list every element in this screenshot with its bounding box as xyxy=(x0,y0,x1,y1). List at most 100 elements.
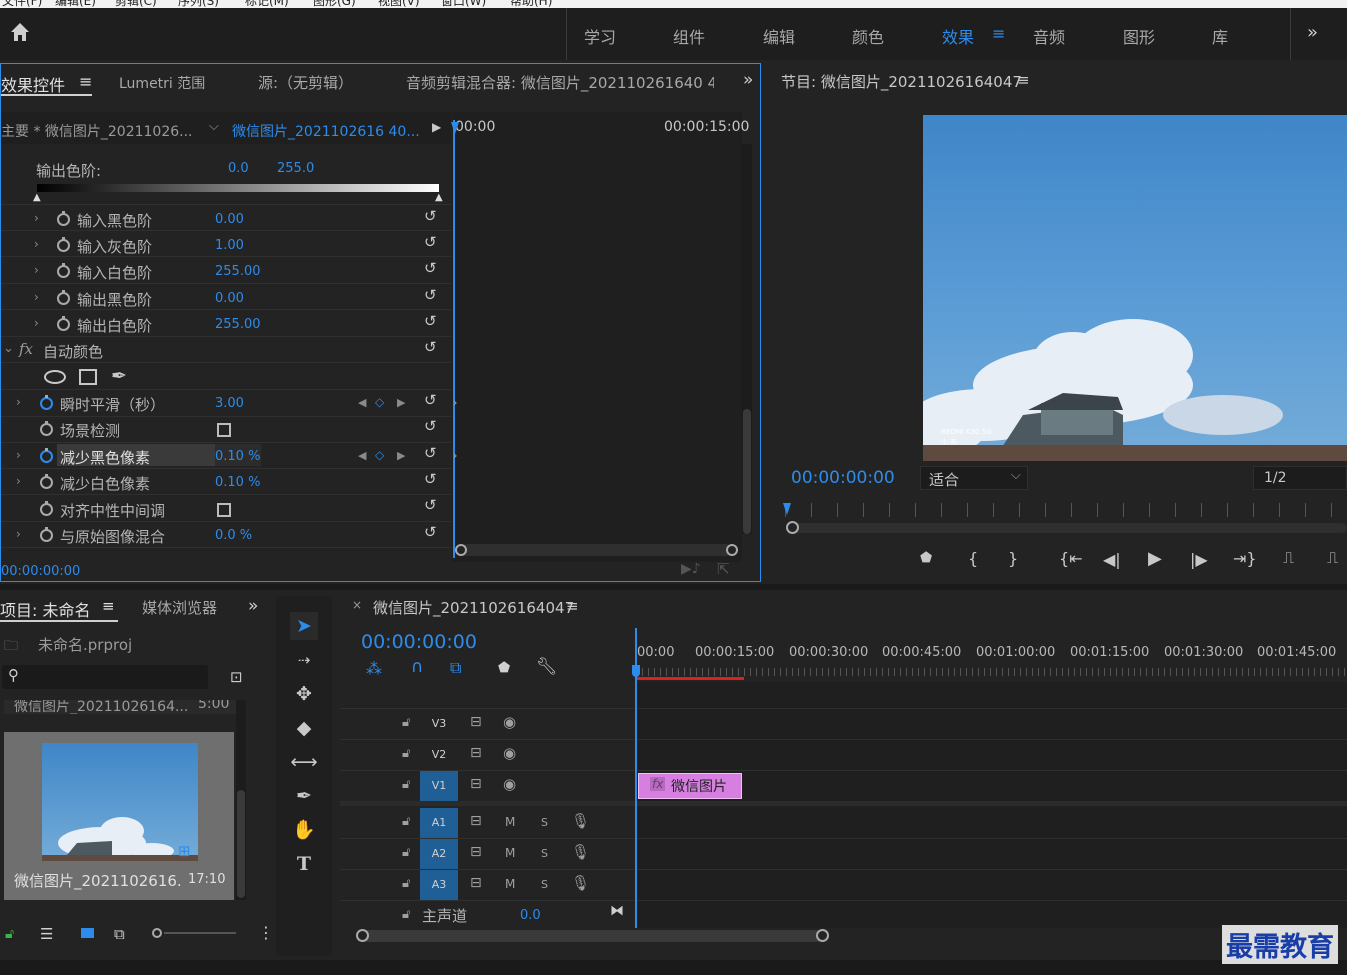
black-clip-value[interactable]: 0.10 % xyxy=(215,449,260,464)
program-playhead[interactable] xyxy=(783,503,791,515)
sequence-menu-icon[interactable]: ≡ xyxy=(566,597,579,615)
prev-keyframe-icon[interactable]: ◀ xyxy=(358,396,366,409)
reset-icon[interactable]: ↺ xyxy=(424,417,437,435)
prev-keyframe-icon[interactable]: ◀ xyxy=(358,449,366,462)
sync-lock-icon[interactable]: ⊟ xyxy=(470,844,482,860)
output-black-slider[interactable]: ▲ xyxy=(33,192,41,203)
pen-mask-icon[interactable]: ✒ xyxy=(111,365,127,387)
track-select-tool-icon[interactable]: ⇢ xyxy=(290,646,318,674)
stopwatch-icon[interactable] xyxy=(57,290,70,305)
stopwatch-icon[interactable] xyxy=(40,527,53,542)
stopwatch-icon[interactable] xyxy=(40,501,53,516)
effect-timecode[interactable]: 00:00:00:00 xyxy=(1,564,80,579)
go-to-end-icon[interactable]: ⧓ xyxy=(610,903,624,919)
snap-neutral-checkbox[interactable] xyxy=(217,503,231,517)
ripple-edit-tool-icon[interactable]: ✥ xyxy=(290,680,318,708)
reset-icon[interactable]: ↺ xyxy=(424,338,437,356)
project-scroll-thumb[interactable] xyxy=(237,790,245,898)
keyframe-marker-icon[interactable]: › xyxy=(453,449,457,462)
add-keyframe-icon[interactable]: ◇ xyxy=(375,395,384,409)
zoom-slider-handle[interactable] xyxy=(152,928,162,938)
workspace-color[interactable]: 颜色 xyxy=(852,24,884,48)
temporal-smoothing-value[interactable]: 3.00 xyxy=(215,396,244,411)
menu-graphics[interactable]: 图形(G) xyxy=(313,0,356,8)
mute-button[interactable]: M xyxy=(505,815,515,829)
workspace-menu-icon[interactable]: ≡ xyxy=(992,24,1005,43)
workspace-graphics[interactable]: 图形 xyxy=(1123,24,1155,48)
mark-in-icon[interactable]: { xyxy=(968,549,978,568)
expand-chevron-icon[interactable]: › xyxy=(34,290,39,304)
vertical-scroll-thumb[interactable] xyxy=(743,409,751,534)
scene-detect-checkbox[interactable] xyxy=(217,423,231,437)
sequence-tab[interactable]: 微信图片_20211026164047 xyxy=(373,597,574,618)
reset-icon[interactable]: ↺ xyxy=(424,496,437,514)
menu-sequence[interactable]: 序列(S) xyxy=(178,0,219,8)
slip-tool-icon[interactable]: ⟷ xyxy=(290,748,318,776)
lift-icon[interactable]: ⎍ xyxy=(1283,548,1294,568)
reset-icon[interactable]: ↺ xyxy=(424,259,437,277)
solo-button[interactable]: S xyxy=(541,878,548,891)
tab-project[interactable]: 项目: 未命名 xyxy=(0,597,90,621)
expand-chevron-icon[interactable]: › xyxy=(16,395,21,409)
lock-icon[interactable]: 🔓︎ xyxy=(402,907,410,922)
zoom-slider-track[interactable] xyxy=(164,932,236,934)
reset-icon[interactable]: ↺ xyxy=(424,207,437,225)
track-label-v1[interactable]: V1 xyxy=(420,771,458,801)
menu-view[interactable]: 视图(V) xyxy=(378,0,420,8)
workspace-editing[interactable]: 编辑 xyxy=(763,24,795,48)
master-clip-label[interactable]: 主要 * 微信图片_20211026... xyxy=(1,121,193,141)
audio-play-icon[interactable]: ▶♪ xyxy=(681,561,701,577)
tab-effect-controls[interactable]: 效果控件 xyxy=(1,72,65,96)
keyframe-marker-icon[interactable]: › xyxy=(453,396,457,409)
pen-tool-icon[interactable]: ✒ xyxy=(290,782,318,810)
sync-lock-icon[interactable]: ⊟ xyxy=(470,813,482,829)
track-label-v2[interactable]: V2 xyxy=(420,740,458,770)
expand-chevron-icon[interactable]: › xyxy=(16,474,21,488)
linked-selection-icon[interactable]: ⧉ xyxy=(450,658,461,678)
snap-icon[interactable]: ∩ xyxy=(411,657,423,677)
stopwatch-icon[interactable] xyxy=(57,211,70,226)
next-keyframe-icon[interactable]: ▶ xyxy=(397,449,405,462)
expand-chevron-icon[interactable]: › xyxy=(34,263,39,277)
microphone-icon[interactable]: 🎙︎ xyxy=(571,843,590,861)
sync-lock-icon[interactable]: ⊟ xyxy=(470,714,482,730)
playhead-marker[interactable] xyxy=(451,122,459,134)
program-menu-icon[interactable]: ≡ xyxy=(1017,71,1030,89)
solo-button[interactable]: S xyxy=(541,847,548,860)
expand-chevron-icon[interactable]: › xyxy=(16,527,21,541)
new-bin-icon[interactable]: ⊡ xyxy=(230,668,243,686)
scroll-handle-left[interactable] xyxy=(455,544,467,556)
workspace-learn[interactable]: 学习 xyxy=(584,24,616,48)
stopwatch-active-icon[interactable] xyxy=(40,395,53,410)
add-keyframe-icon[interactable]: ◇ xyxy=(375,448,384,462)
fx-icon[interactable]: fx xyxy=(19,340,33,358)
fit-dropdown[interactable]: 适合 ⌵ xyxy=(920,466,1028,490)
home-icon[interactable] xyxy=(8,20,32,44)
more-options-icon[interactable]: ⋮ xyxy=(258,923,274,942)
lock-icon[interactable]: 🔓︎ xyxy=(402,777,410,792)
zoom-handle[interactable] xyxy=(786,521,799,534)
tab-source[interactable]: 源:（无剪辑） xyxy=(258,72,353,93)
list-view-icon[interactable]: ☰ xyxy=(40,925,53,943)
reset-icon[interactable]: ↺ xyxy=(424,233,437,251)
eye-icon[interactable]: ◉ xyxy=(503,775,516,793)
tab-menu-icon[interactable]: ≡ xyxy=(79,72,92,91)
icon-view-icon[interactable] xyxy=(81,928,94,938)
expand-chevron-icon[interactable]: › xyxy=(34,237,39,251)
clip-thumbnail-card[interactable]: ⊞ 微信图片_2021102616... 17:10 xyxy=(4,732,234,900)
project-menu-icon[interactable]: ≡ xyxy=(102,597,115,615)
reset-icon[interactable]: ↺ xyxy=(424,470,437,488)
program-zoom-bar[interactable] xyxy=(793,523,1347,533)
type-tool-icon[interactable]: T xyxy=(290,850,318,878)
track-label-v3[interactable]: V3 xyxy=(420,709,458,739)
input-black-value[interactable]: 0.00 xyxy=(215,212,244,227)
eye-icon[interactable]: ◉ xyxy=(503,744,516,762)
zoom-handle-left[interactable] xyxy=(356,929,369,942)
track-label-a3[interactable]: A3 xyxy=(420,870,458,900)
add-marker-icon[interactable]: ⬟ xyxy=(498,660,510,676)
reset-icon[interactable]: ↺ xyxy=(424,523,437,541)
menu-file[interactable]: 文件(F) xyxy=(2,0,42,8)
chevron-down-icon[interactable]: ⌵ xyxy=(209,119,219,134)
master-volume-value[interactable]: 0.0 xyxy=(520,908,541,923)
clip-label[interactable]: 微信图片_2021102616 40... xyxy=(232,121,420,141)
